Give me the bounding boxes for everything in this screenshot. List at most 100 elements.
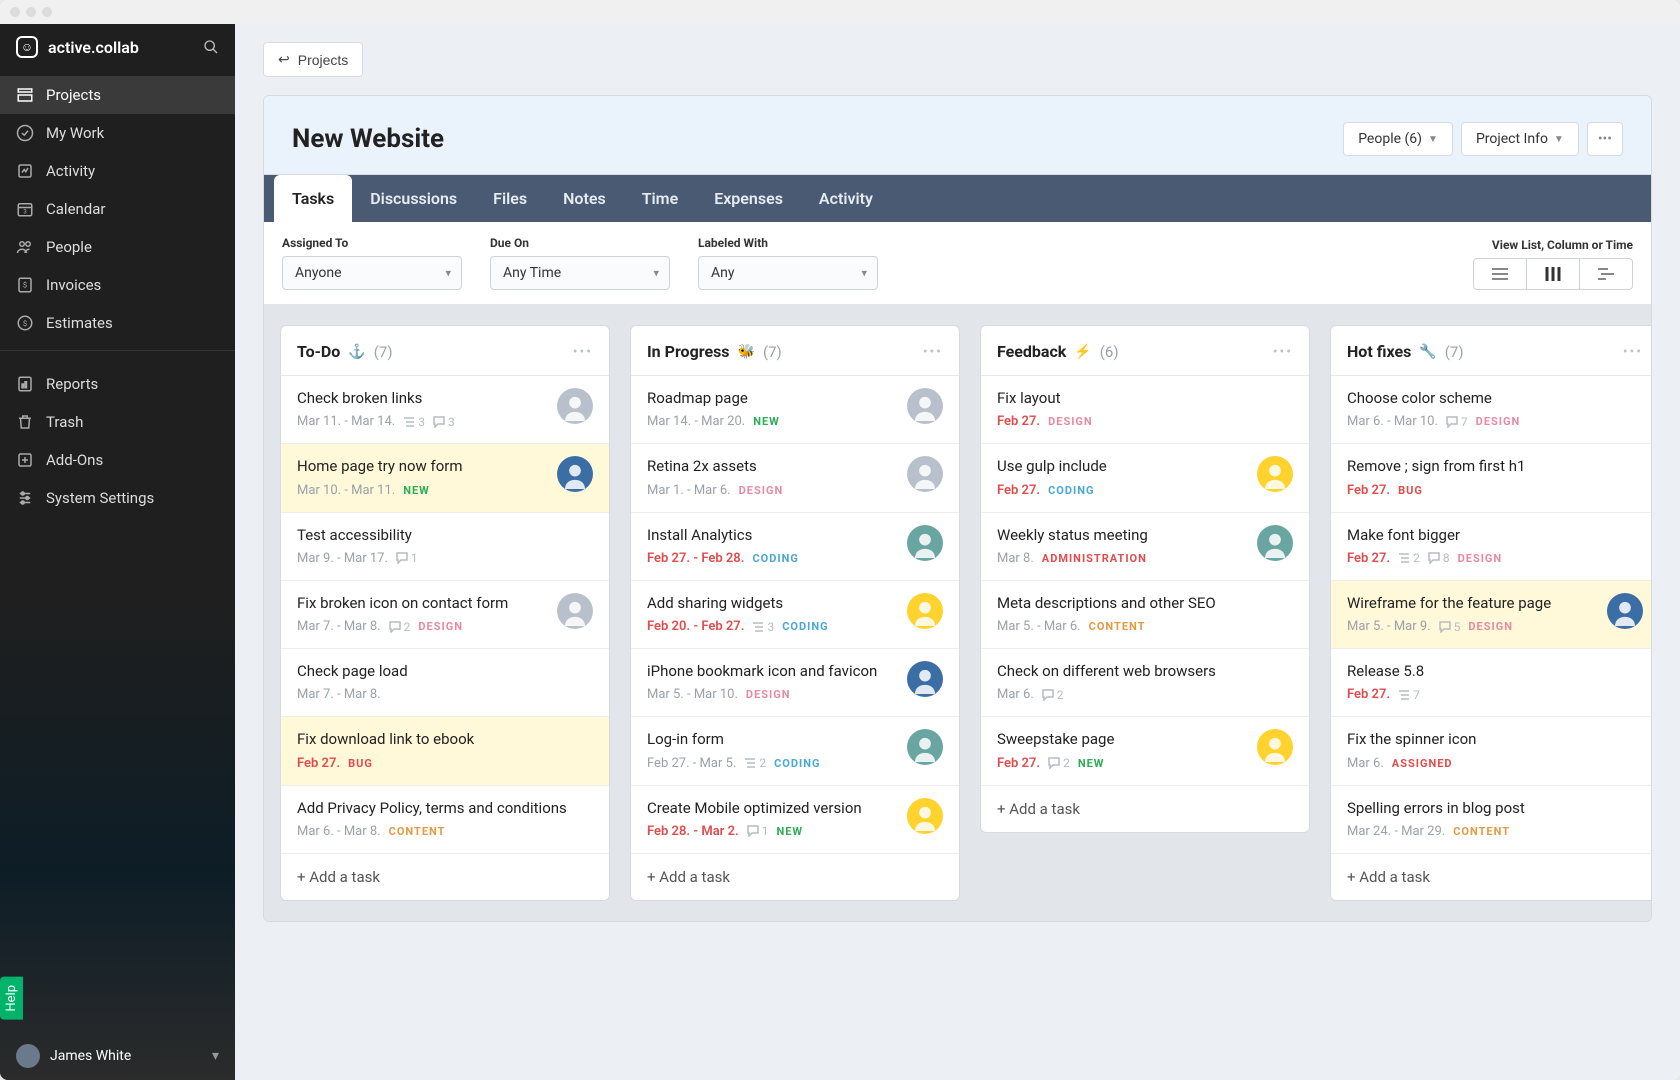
project-info-button[interactable]: Project Info ▼ [1461, 122, 1579, 156]
column-menu-button[interactable]: ••• [923, 344, 943, 360]
task-card[interactable]: Create Mobile optimized versionFeb 28. -… [631, 786, 959, 854]
task-card[interactable]: Install AnalyticsFeb 27. - Feb 28. CODIN… [631, 513, 959, 581]
tab-discussions[interactable]: Discussions [352, 175, 475, 222]
column-menu-button[interactable]: ••• [573, 344, 593, 360]
view-list-button[interactable] [1474, 259, 1527, 289]
task-meta: Feb 27. 2 NEW [997, 756, 1247, 771]
sidebar-item-trash[interactable]: Trash [0, 403, 235, 441]
tab-activity[interactable]: Activity [801, 175, 891, 222]
task-label: DESIGN [1458, 552, 1503, 565]
window-close-dot[interactable] [10, 7, 20, 17]
column-menu-button[interactable]: ••• [1273, 344, 1293, 360]
window-min-dot[interactable] [26, 7, 36, 17]
task-date: Mar 6. - Mar 10. [1347, 414, 1438, 429]
project-more-button[interactable]: ••• [1587, 122, 1623, 156]
filter-due-select[interactable]: Any Time [490, 256, 670, 290]
tab-time[interactable]: Time [624, 175, 697, 222]
task-date: Mar 6. - Mar 8. [297, 824, 381, 839]
column-count: (7) [374, 343, 393, 361]
sidebar-item-projects[interactable]: Projects [0, 76, 235, 114]
search-icon[interactable] [203, 39, 219, 55]
project-header: New Website People (6) ▼ Project Info ▼ … [264, 96, 1651, 175]
sidebar-item-system-settings[interactable]: System Settings [0, 479, 235, 517]
task-card[interactable]: Check on different web browsersMar 6. 2 [981, 649, 1309, 717]
task-meta: Mar 6. 2 [997, 687, 1293, 702]
task-date: Mar 11. - Mar 14. [297, 414, 395, 429]
task-meta: Mar 6. - Mar 8. CONTENT [297, 824, 593, 839]
sidebar-item-my-work[interactable]: My Work [0, 114, 235, 152]
task-card[interactable]: Fix download link to ebookFeb 27. BUG [281, 717, 609, 785]
breadcrumb-back-button[interactable]: ↩ Projects [263, 42, 363, 77]
task-meta: Mar 7. - Mar 8. 2 DESIGN [297, 619, 547, 634]
user-avatar-icon [16, 1044, 40, 1068]
sidebar-item-estimates[interactable]: $Estimates [0, 304, 235, 342]
sidebar-item-label: Reports [46, 375, 98, 393]
filter-assigned-select[interactable]: Anyone [282, 256, 462, 290]
tab-files[interactable]: Files [475, 175, 545, 222]
task-card[interactable]: Log-in formFeb 27. - Mar 5. 2 CODING [631, 717, 959, 785]
sidebar-item-add-ons[interactable]: Add-Ons [0, 441, 235, 479]
task-date: Feb 27. [1347, 483, 1390, 498]
comments-icon: 1 [396, 551, 418, 565]
task-card[interactable]: Choose color schemeMar 6. - Mar 10. 7 DE… [1331, 376, 1651, 444]
task-card[interactable]: Spelling errors in blog postMar 24. - Ma… [1331, 786, 1651, 854]
task-card[interactable]: Add sharing widgetsFeb 20. - Feb 27. 3 C… [631, 581, 959, 649]
add-task-button[interactable]: + Add a task [281, 854, 609, 900]
view-column-button[interactable] [1527, 259, 1580, 289]
add-task-button[interactable]: + Add a task [631, 854, 959, 900]
task-card[interactable]: Meta descriptions and other SEOMar 5. - … [981, 581, 1309, 649]
window-max-dot[interactable] [42, 7, 52, 17]
task-date: Feb 20. - Feb 27. [647, 619, 744, 634]
task-label: DESIGN [1048, 415, 1093, 428]
task-card[interactable]: Test accessibilityMar 9. - Mar 17. 1 [281, 513, 609, 581]
filter-labeled-select[interactable]: Any [698, 256, 878, 290]
tab-expenses[interactable]: Expenses [696, 175, 801, 222]
titlebar [0, 0, 1680, 24]
task-card[interactable]: Use gulp includeFeb 27. CODING [981, 444, 1309, 512]
task-card[interactable]: Fix the spinner iconMar 6. ASSIGNED [1331, 717, 1651, 785]
invoices-icon: $ [16, 276, 34, 294]
task-card[interactable]: Make font biggerFeb 27. 2 8 DESIGN [1331, 513, 1651, 581]
tab-notes[interactable]: Notes [545, 175, 624, 222]
task-card[interactable]: Add Privacy Policy, terms and conditions… [281, 786, 609, 854]
task-title: Meta descriptions and other SEO [997, 593, 1293, 613]
user-menu[interactable]: James White ▾ [0, 1032, 235, 1080]
svg-text:$: $ [23, 319, 27, 328]
column-title: Hot fixes [1347, 342, 1411, 361]
task-card[interactable]: Wireframe for the feature pageMar 5. - M… [1331, 581, 1651, 649]
task-card[interactable]: Fix layoutFeb 27. DESIGN [981, 376, 1309, 444]
people-button[interactable]: People (6) ▼ [1343, 122, 1453, 156]
task-title: Fix layout [997, 388, 1293, 408]
sidebar-item-calendar[interactable]: 3Calendar [0, 190, 235, 228]
task-card[interactable]: Check page loadMar 7. - Mar 8. [281, 649, 609, 717]
task-label: CODING [782, 620, 828, 633]
task-date: Feb 27. [997, 756, 1040, 771]
task-meta: Mar 14. - Mar 20. NEW [647, 414, 897, 429]
sidebar-item-activity[interactable]: Activity [0, 152, 235, 190]
task-card[interactable]: Sweepstake pageFeb 27. 2 NEW [981, 717, 1309, 785]
sidebar-item-people[interactable]: People [0, 228, 235, 266]
tab-tasks[interactable]: Tasks [274, 175, 352, 222]
task-card[interactable]: Home page try now formMar 10. - Mar 11. … [281, 444, 609, 512]
task-card[interactable]: Weekly status meetingMar 8. ADMINISTRATI… [981, 513, 1309, 581]
sidebar-item-invoices[interactable]: $Invoices [0, 266, 235, 304]
add-task-button[interactable]: + Add a task [981, 786, 1309, 832]
subtasks-icon: 3 [752, 620, 774, 634]
task-meta: Mar 5. - Mar 10. DESIGN [647, 687, 897, 702]
help-tab[interactable]: Help [0, 977, 23, 1020]
user-name: James White [50, 1048, 131, 1064]
sidebar-item-reports[interactable]: Reports [0, 365, 235, 403]
task-card[interactable]: Check broken linksMar 11. - Mar 14. 3 3 [281, 376, 609, 444]
task-card[interactable]: Release 5.8Feb 27. 7 [1331, 649, 1651, 717]
column-menu-button[interactable]: ••• [1623, 344, 1643, 360]
task-card[interactable]: iPhone bookmark icon and favicon Mar 5. -… [631, 649, 959, 717]
task-card[interactable]: Retina 2x assetsMar 1. - Mar 6. DESIGN [631, 444, 959, 512]
task-card[interactable]: Roadmap pageMar 14. - Mar 20. NEW [631, 376, 959, 444]
task-date: Mar 5. - Mar 10. [647, 687, 738, 702]
view-time-button[interactable] [1580, 259, 1632, 289]
nav-separator [0, 350, 235, 351]
task-title: iPhone bookmark icon and favicon [647, 661, 897, 681]
task-card[interactable]: Remove ; sign from first h1Feb 27. BUG [1331, 444, 1651, 512]
add-task-button[interactable]: + Add a task [1331, 854, 1651, 900]
task-card[interactable]: Fix broken icon on contact formMar 7. - … [281, 581, 609, 649]
